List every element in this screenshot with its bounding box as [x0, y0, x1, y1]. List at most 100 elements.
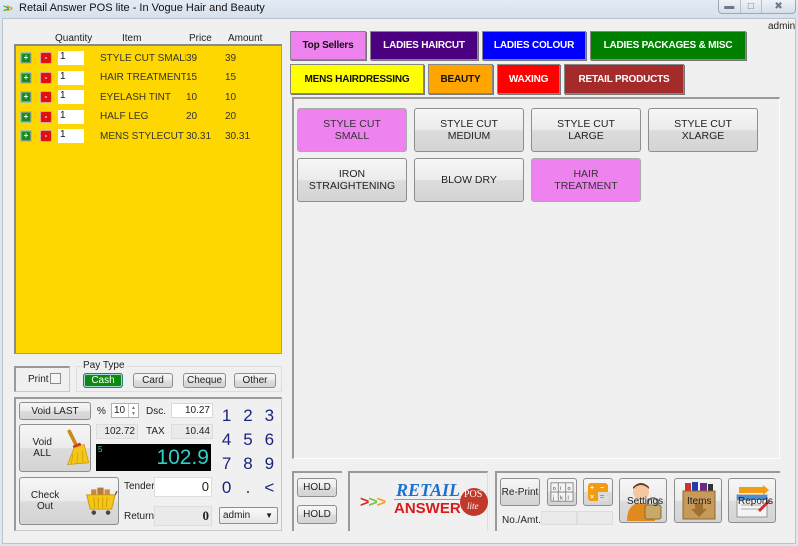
reports-button[interactable]: Reports — [728, 478, 776, 523]
keypad-key[interactable]: 8 — [237, 452, 258, 476]
amt-field[interactable] — [577, 511, 613, 525]
quantity-input[interactable]: 1 — [58, 109, 84, 124]
discount-percent-value: 10 — [114, 405, 126, 416]
quantity-input[interactable]: 1 — [58, 51, 84, 65]
pay-card-button[interactable]: Card — [133, 373, 173, 388]
item-button[interactable]: STYLE CUT XLARGE — [648, 108, 758, 152]
quantity-input[interactable]: 1 — [58, 129, 84, 143]
increase-qty-button[interactable]: + — [20, 91, 32, 103]
retail-answer-logo: >>> RETAIL ANSWER POS lite — [360, 480, 488, 522]
window-controls: ▬ □ ✖ — [718, 0, 796, 14]
keypad-key[interactable]: . — [237, 476, 258, 500]
check-out-label: Check Out — [30, 490, 60, 512]
decrease-qty-button[interactable]: - — [40, 130, 52, 142]
svg-text:×: × — [590, 494, 594, 501]
category-tab[interactable]: MENS HAIRDRESSING — [290, 64, 424, 94]
calculator-icon: + − × = — [588, 483, 608, 501]
order-item-amount: 15 — [225, 72, 237, 83]
category-tab[interactable]: WAXING — [497, 64, 560, 94]
category-tab[interactable]: LADIES PACKAGES & MISC — [590, 31, 746, 60]
order-row: +-1MENS STYLECUT PA30.3130.31 — [20, 128, 282, 144]
num-amt-label: No./Amt. — [502, 515, 541, 526]
order-item-name: MENS STYLECUT PA — [100, 130, 186, 142]
increase-qty-button[interactable]: + — [20, 71, 32, 84]
category-tab[interactable]: LADIES HAIRCUT — [370, 31, 478, 60]
order-item-name: EYELASH TINT — [100, 91, 171, 103]
discount-percent-stepper[interactable]: 10 ▲ ▼ — [111, 403, 139, 418]
keypad-key[interactable]: 6 — [259, 428, 280, 452]
keypad-key[interactable]: 9 — [259, 452, 280, 476]
item-button[interactable]: HAIR TREATMENT — [531, 158, 641, 202]
print-checkbox[interactable] — [50, 373, 61, 384]
order-item-amount: 20 — [225, 111, 237, 122]
category-tab[interactable]: LADIES COLOUR — [482, 31, 586, 60]
column-header-item: Item — [122, 33, 142, 44]
svg-text:−: − — [600, 485, 604, 492]
return-value: 0 — [154, 506, 212, 526]
keypad-key[interactable]: 2 — [237, 404, 258, 428]
quantity-input[interactable]: 1 — [58, 70, 84, 85]
decrease-qty-button[interactable]: - — [40, 52, 52, 64]
keypad-key[interactable]: 4 — [216, 428, 237, 452]
increase-qty-button[interactable]: + — [20, 130, 32, 142]
category-tab[interactable]: Top Sellers — [290, 31, 366, 60]
maximize-button[interactable]: □ — [741, 0, 763, 13]
tender-label: Tender — [124, 481, 155, 492]
quantity-input[interactable]: 1 — [58, 90, 84, 104]
grand-total: 102.9 — [156, 446, 209, 469]
increase-qty-button[interactable]: + — [20, 52, 32, 64]
category-tab[interactable]: RETAIL PRODUCTS — [564, 64, 684, 94]
keypad-key[interactable]: 0 — [216, 476, 237, 500]
print-label: Print — [28, 374, 49, 385]
check-out-button[interactable]: Check Out — [19, 477, 119, 525]
minimize-button[interactable]: ▬ — [719, 0, 741, 13]
hold-button-1[interactable]: HOLD — [297, 478, 337, 497]
decrease-qty-button[interactable]: - — [40, 71, 52, 84]
item-button[interactable]: IRON STRAIGHTENING — [297, 158, 407, 202]
order-row: + -1 EYELASH TINT 10 10 — [20, 89, 282, 105]
item-button[interactable]: STYLE CUT SMALL — [297, 108, 407, 152]
keypad-key[interactable]: 1 — [216, 404, 237, 428]
item-button[interactable]: BLOW DRY — [414, 158, 524, 202]
items-button[interactable]: Items — [674, 478, 722, 523]
column-header-price: Price — [189, 33, 212, 44]
keypad-key[interactable]: 7 — [216, 452, 237, 476]
svg-text:o: o — [553, 486, 556, 492]
decrease-qty-button[interactable]: - — [40, 91, 52, 103]
increase-qty-button[interactable]: + — [20, 110, 32, 123]
tax-value: 10.44 — [171, 424, 213, 439]
svg-text:+: + — [590, 485, 594, 492]
num-field[interactable] — [541, 511, 577, 525]
keypad-key[interactable]: 3 — [259, 404, 280, 428]
svg-text:i: i — [560, 486, 561, 492]
tender-input[interactable]: 0 — [154, 477, 212, 497]
order-item-name: HALF LEG — [100, 111, 149, 122]
void-last-button[interactable]: Void LAST — [19, 402, 91, 420]
settings-label: Settings — [627, 496, 664, 507]
keyboard-button[interactable]: oio jkl — [547, 478, 577, 506]
void-all-button[interactable]: Void ALL — [19, 424, 91, 472]
decrease-qty-button[interactable]: - — [40, 110, 52, 123]
column-header-quantity: Quantity — [55, 33, 93, 44]
pay-cash-button[interactable]: Cash — [83, 373, 123, 388]
logo-arrows: >>> — [360, 494, 386, 511]
pay-cheque-button[interactable]: Cheque — [183, 373, 226, 388]
discount-amount-field[interactable]: 10.27 — [171, 403, 213, 418]
close-button[interactable]: ✖ — [762, 0, 795, 13]
user-select[interactable]: admin ▼ — [219, 507, 278, 524]
percent-label: % — [97, 406, 106, 417]
logo-badge-pos: POS — [464, 489, 483, 500]
pay-other-button[interactable]: Other — [234, 373, 276, 388]
calculator-button[interactable]: + − × = — [583, 478, 613, 506]
keypad-key[interactable]: 5 — [237, 428, 258, 452]
hold-button-2[interactable]: HOLD — [297, 505, 337, 524]
keypad-key[interactable]: < — [259, 476, 280, 500]
keyboard-icon: oio jkl — [550, 482, 574, 502]
spinner-arrows-icon[interactable]: ▲ ▼ — [128, 404, 138, 417]
item-button[interactable]: STYLE CUT MEDIUM — [414, 108, 524, 152]
settings-button[interactable]: Settings — [619, 478, 667, 523]
item-button[interactable]: STYLE CUT LARGE — [531, 108, 641, 152]
reprint-button[interactable]: Re-Print — [500, 478, 540, 506]
subtotal-value: 102.72 — [96, 424, 138, 439]
category-tab[interactable]: BEAUTY — [428, 64, 493, 94]
